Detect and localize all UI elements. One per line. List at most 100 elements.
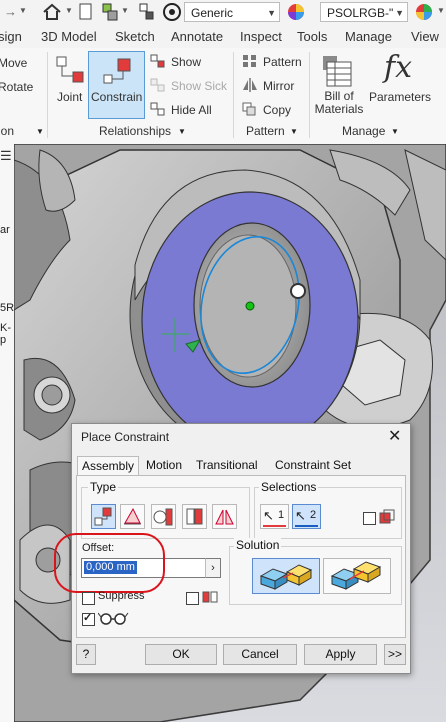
checkmark-icon: ✓ xyxy=(83,612,93,624)
material-combo[interactable]: PSOLRGB-" ▼ xyxy=(320,2,408,22)
document-icon[interactable] xyxy=(78,3,94,21)
more-button[interactable]: >> xyxy=(384,644,406,665)
tab-tools[interactable]: Tools xyxy=(297,29,327,44)
color-override-icon[interactable] xyxy=(414,2,434,22)
mirror-button[interactable]: Mirror xyxy=(263,79,294,93)
hamburger-icon[interactable]: ☰ xyxy=(0,148,12,164)
suppress-label: Suppress xyxy=(98,590,145,602)
hide-all-button[interactable]: Hide All xyxy=(171,103,212,117)
tangent-icon xyxy=(153,508,173,526)
rotate-button[interactable]: Rotate xyxy=(0,80,33,94)
mate-constraint-button[interactable] xyxy=(91,504,116,529)
tab-3d-model[interactable]: 3D Model xyxy=(41,29,97,44)
panel-dropdown-icon[interactable]: ▼ xyxy=(178,127,186,136)
panel-dropdown-icon[interactable]: ▼ xyxy=(290,127,298,136)
selection-2-indicator xyxy=(295,525,318,527)
bill-of-materials-icon xyxy=(323,56,352,87)
panel-label-relationships[interactable]: Relationships xyxy=(99,124,171,138)
show-preview-checkbox[interactable]: ✓ xyxy=(82,612,95,626)
selection-2-number: 2 xyxy=(310,509,317,521)
joint-button[interactable]: Joint xyxy=(57,90,82,104)
selection-2-button[interactable]: ↖ 2 xyxy=(292,504,321,529)
color-dropdown-icon[interactable]: ▼ xyxy=(437,6,445,15)
quick-access-toolbar: → ▼ ▼ ▼ Generic ▼ PSOLRGB-" ▼ ▼ xyxy=(0,0,446,27)
constrain-label: Constrain xyxy=(91,90,143,104)
browser-text[interactable]: K-p xyxy=(0,322,14,346)
tab-design[interactable]: sign xyxy=(0,29,22,44)
pick-part-first-icon[interactable] xyxy=(378,508,396,526)
move-button[interactable]: Move xyxy=(0,56,27,70)
cancel-button[interactable]: Cancel xyxy=(223,644,297,665)
browser-text[interactable]: ar xyxy=(0,224,10,236)
constrain-button[interactable]: Constrain xyxy=(88,51,145,119)
panel-label-position[interactable]: ion xyxy=(0,124,14,138)
mirror-icon xyxy=(243,78,257,92)
joint-icon xyxy=(56,56,84,83)
tab-motion[interactable]: Motion xyxy=(142,456,186,474)
mate-solution-icon xyxy=(259,564,313,590)
panel-dropdown-icon[interactable]: ▼ xyxy=(391,127,399,136)
symmetry-constraint-button[interactable] xyxy=(212,504,237,529)
flush-solution-button[interactable] xyxy=(323,558,391,594)
offset-arrow-button[interactable]: › xyxy=(205,558,221,578)
predict-offset-checkbox[interactable] xyxy=(186,592,199,605)
solution-label: Solution xyxy=(234,538,282,552)
tab-sketch[interactable]: Sketch xyxy=(115,29,155,44)
symmetry-icon xyxy=(215,509,234,525)
show-sick-button[interactable]: Show Sick xyxy=(171,79,227,93)
angle-constraint-button[interactable] xyxy=(120,504,145,529)
parameters-button[interactable]: Parameters xyxy=(369,90,431,104)
copy-icon xyxy=(242,102,256,116)
panel-divider xyxy=(47,52,48,138)
ok-button[interactable]: OK xyxy=(145,644,217,665)
panel-divider xyxy=(309,52,310,138)
predict-offset-icon xyxy=(202,591,218,603)
first-occurrence-checkbox[interactable] xyxy=(363,512,376,525)
cursor-arrow-icon: ↖ xyxy=(263,508,274,523)
glasses-icon xyxy=(98,612,129,625)
selection-1-number: 1 xyxy=(278,509,285,521)
bill-of-materials-button[interactable]: Bill of Materials xyxy=(314,90,364,116)
constrain-icon xyxy=(103,58,131,84)
tab-assembly[interactable]: Assembly xyxy=(77,456,140,475)
selection-1-button[interactable]: ↖ 1 xyxy=(260,504,289,529)
home-icon[interactable] xyxy=(42,3,62,21)
tab-constraint-set[interactable]: Constraint Set xyxy=(271,456,355,474)
browser-text[interactable]: 5R xyxy=(0,302,14,314)
help-button[interactable]: ? xyxy=(76,644,96,665)
panel-label-pattern[interactable]: Pattern xyxy=(246,124,285,138)
tab-inspect[interactable]: Inspect xyxy=(240,29,282,44)
hide-all-icon xyxy=(150,102,165,116)
color-wheel-icon[interactable] xyxy=(286,2,306,22)
panel-label-manage[interactable]: Manage xyxy=(342,124,385,138)
highlight-annotation xyxy=(54,533,165,593)
copy-button[interactable]: Copy xyxy=(263,103,291,117)
pattern-button[interactable]: Pattern xyxy=(263,55,302,69)
select-icon[interactable] xyxy=(138,2,156,22)
help-icon: ? xyxy=(82,647,90,661)
tab-manage[interactable]: Manage xyxy=(345,29,392,44)
panel-dropdown-icon[interactable]: ▼ xyxy=(36,127,44,136)
tangent-constraint-button[interactable] xyxy=(151,504,176,529)
apply-button[interactable]: Apply xyxy=(304,644,377,665)
close-icon[interactable]: ✕ xyxy=(388,426,401,446)
chevron-down-icon: ▼ xyxy=(395,8,404,18)
tab-transitional[interactable]: Transitional xyxy=(192,456,262,474)
insert-constraint-button[interactable] xyxy=(182,504,207,529)
mate-solution-button[interactable] xyxy=(252,558,320,594)
update-dropdown-icon[interactable]: ▼ xyxy=(121,6,129,15)
redo-icon[interactable]: → xyxy=(4,4,17,19)
show-button[interactable]: Show xyxy=(171,55,201,69)
appearance-combo-value: Generic xyxy=(191,6,234,20)
update-icon[interactable] xyxy=(102,2,120,22)
appearance-ball-icon[interactable] xyxy=(162,2,182,22)
tab-annotate[interactable]: Annotate xyxy=(171,29,223,44)
center-point-icon xyxy=(245,301,255,311)
redo-dropdown-icon[interactable]: ▼ xyxy=(19,6,27,15)
ribbon: Move Rotate ion ▼ Joint Constrain Show S… xyxy=(0,48,446,145)
chevron-down-icon: ▼ xyxy=(267,8,276,18)
appearance-combo[interactable]: Generic ▼ xyxy=(184,2,280,22)
suppress-checkbox[interactable] xyxy=(82,592,95,605)
tab-view[interactable]: View xyxy=(411,29,439,44)
home-dropdown-icon[interactable]: ▼ xyxy=(65,6,73,15)
